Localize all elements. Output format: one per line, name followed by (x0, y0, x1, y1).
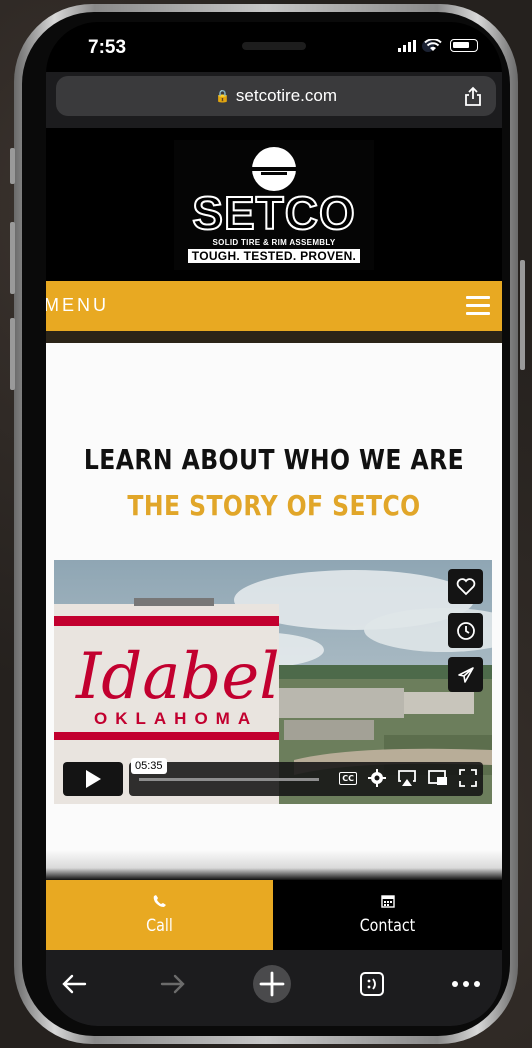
speaker-grille (242, 42, 306, 50)
airplay-icon[interactable] (397, 769, 417, 787)
contact-button[interactable]: Contact (273, 880, 502, 950)
section-shadow (46, 850, 502, 880)
watch-later-button[interactable] (448, 613, 483, 648)
setco-logo[interactable]: SETCO SOLID TIRE & RIM ASSEMBLY TOUGH. T… (174, 140, 374, 270)
tabs-icon (360, 972, 384, 996)
settings-icon[interactable] (368, 769, 386, 787)
like-button[interactable] (448, 569, 483, 604)
address-bar[interactable]: 🔒 setcotire.com (56, 76, 496, 116)
time-remaining: 05:35 (131, 758, 167, 774)
volume-down-button (10, 318, 15, 390)
play-button[interactable] (63, 762, 123, 796)
call-label: Call (146, 916, 173, 936)
tower-state-text: OKLAHOMA (94, 709, 258, 728)
section-subheading: THE STORY OF SETCO (127, 489, 421, 522)
volume-up-button (10, 222, 15, 294)
phone-screen: 7:53 🔒 setcotire.com SETCO SOLID TIRE & … (46, 22, 502, 1026)
browser-address-area: 🔒 setcotire.com (46, 72, 502, 128)
menu-label[interactable]: MENU (46, 295, 109, 316)
share-video-button[interactable] (448, 657, 483, 692)
browser-toolbar (46, 950, 502, 1026)
website-viewport: SETCO SOLID TIRE & RIM ASSEMBLY TOUGH. T… (46, 128, 502, 880)
lock-icon: 🔒 (214, 89, 230, 103)
tabs-button[interactable] (352, 964, 392, 1004)
status-time: 7:53 (88, 37, 127, 58)
progress-track[interactable]: 05:35 (131, 758, 319, 781)
captions-icon[interactable]: CC (339, 771, 357, 785)
logo-emblem-icon (252, 147, 296, 191)
about-section: LEARN ABOUT WHO WE ARE THE STORY OF SETC… (46, 343, 502, 880)
heart-icon (456, 577, 475, 595)
plus-circle-icon (253, 965, 291, 1003)
play-icon (86, 770, 101, 788)
back-button[interactable] (54, 964, 94, 1004)
calendar-icon (380, 895, 395, 908)
hamburger-menu-icon[interactable] (466, 296, 490, 316)
control-bar: 05:35 CC (129, 758, 483, 796)
phone-icon (153, 895, 166, 907)
share-icon[interactable] (464, 86, 482, 106)
control-icons: CC (339, 769, 477, 787)
more-button[interactable] (446, 964, 486, 1004)
menu-bar[interactable]: MENU (46, 281, 502, 331)
status-bar: 7:53 (46, 22, 502, 72)
signal-icon (398, 39, 416, 52)
power-button (520, 260, 525, 370)
arrow-left-icon (62, 974, 87, 994)
status-icons (398, 39, 478, 52)
section-heading: LEARN ABOUT WHO WE ARE (83, 443, 465, 476)
logo-subtitle: SOLID TIRE & RIM ASSEMBLY (212, 238, 336, 247)
paper-plane-icon (457, 666, 474, 683)
hero-strip (46, 331, 502, 343)
contact-label: Contact (359, 916, 416, 936)
logo-wordmark: SETCO (191, 187, 356, 239)
picture-in-picture-icon[interactable] (428, 770, 448, 786)
silent-switch (10, 148, 15, 184)
arrow-right-icon (160, 974, 185, 994)
video-controls: 05:35 CC (63, 758, 483, 796)
notch (146, 22, 434, 70)
clock-icon (456, 621, 475, 640)
forward-button[interactable] (153, 964, 193, 1004)
video-player[interactable]: Idabel OKLAHOMA 05:35 CC (54, 560, 492, 804)
logo-tagline: TOUGH. TESTED. PROVEN. (187, 249, 361, 263)
more-dots-icon (452, 981, 480, 987)
sticky-action-bar: Call Contact (46, 880, 502, 950)
url-text: setcotire.com (235, 86, 338, 105)
tower-logo-text: Idabel (75, 640, 280, 714)
new-tab-button[interactable] (252, 964, 292, 1004)
wifi-icon (424, 39, 442, 51)
fullscreen-icon[interactable] (459, 769, 477, 787)
call-button[interactable]: Call (46, 880, 273, 950)
battery-icon (450, 39, 478, 52)
